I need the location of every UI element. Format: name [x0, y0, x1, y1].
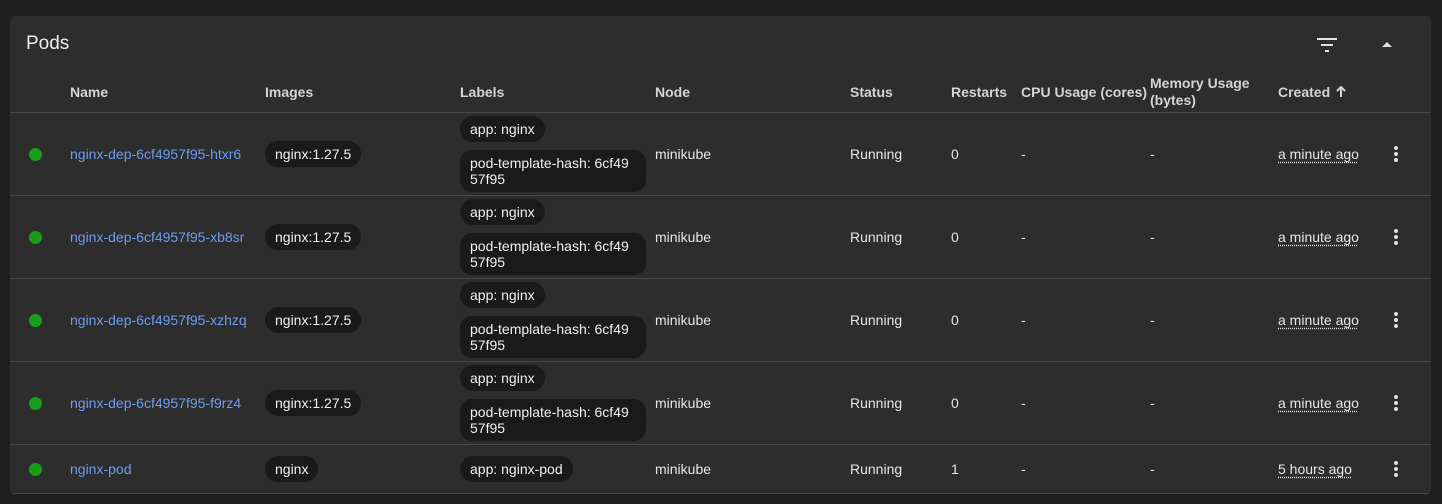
pod-name-link[interactable]: nginx-dep-6cf4957f95-xzhzq — [70, 312, 247, 328]
column-header-labels[interactable]: Labels — [460, 72, 504, 112]
table-header: Name Images Labels Node Status Restarts … — [10, 72, 1431, 113]
labels-cell: app: nginx pod-template-hash: 6cf4957f95 — [460, 196, 646, 278]
restarts-cell: 0 — [951, 229, 959, 245]
table-row[interactable]: nginx-dep-6cf4957f95-htxr6 nginx:1.27.5 … — [10, 113, 1431, 196]
status-indicator-dot — [29, 397, 42, 410]
row-menu-button[interactable] — [1384, 225, 1408, 249]
filter-icon — [1317, 38, 1337, 52]
row-menu-button[interactable] — [1384, 142, 1408, 166]
label-chip-pod-template-hash: pod-template-hash: 6cf4957f95 — [460, 150, 646, 192]
image-chip: nginx — [265, 456, 319, 482]
created-time: a minute ago — [1278, 146, 1359, 162]
created-header-label: Created — [1278, 83, 1331, 100]
image-chip: nginx:1.27.5 — [265, 307, 362, 333]
column-header-created[interactable]: Created — [1278, 72, 1346, 112]
status-cell: Running — [850, 395, 903, 411]
card-header: Pods — [10, 16, 1431, 72]
table-row[interactable]: nginx-pod nginx app: nginx-pod minikube … — [10, 445, 1431, 494]
collapse-button[interactable] — [1371, 30, 1403, 60]
more-vert-icon — [1394, 395, 1398, 411]
more-vert-icon — [1394, 461, 1398, 477]
more-vert-icon — [1394, 229, 1398, 245]
column-header-memory[interactable]: Memory Usage (bytes) — [1150, 72, 1250, 112]
node-cell: minikube — [655, 229, 712, 245]
created-time: a minute ago — [1278, 395, 1359, 411]
column-header-cpu[interactable]: CPU Usage (cores) — [1021, 72, 1147, 112]
labels-cell: app: nginx pod-template-hash: 6cf4957f95 — [460, 362, 646, 444]
labels-cell: app: nginx pod-template-hash: 6cf4957f95 — [460, 279, 646, 361]
label-chip-pod-template-hash: pod-template-hash: 6cf4957f95 — [460, 399, 646, 441]
node-cell: minikube — [655, 312, 712, 328]
node-cell: minikube — [655, 146, 712, 162]
memory-cell: - — [1150, 461, 1155, 477]
created-time: a minute ago — [1278, 312, 1359, 328]
labels-cell: app: nginx pod-template-hash: 6cf4957f95 — [460, 113, 646, 195]
cpu-cell: - — [1021, 461, 1026, 477]
row-menu-button[interactable] — [1384, 391, 1408, 415]
memory-header-line1: Memory Usage — [1150, 75, 1250, 91]
status-indicator-dot — [29, 314, 42, 327]
label-chip-app: app: nginx — [460, 116, 545, 142]
status-cell: Running — [850, 312, 903, 328]
node-cell: minikube — [655, 395, 712, 411]
pod-name-link[interactable]: nginx-pod — [70, 461, 132, 477]
column-header-node[interactable]: Node — [655, 72, 690, 112]
memory-cell: - — [1150, 229, 1155, 245]
status-indicator-dot — [29, 148, 42, 161]
pod-name-link[interactable]: nginx-dep-6cf4957f95-htxr6 — [70, 146, 241, 162]
row-menu-button[interactable] — [1384, 457, 1408, 481]
status-cell: Running — [850, 146, 903, 162]
image-chip: nginx:1.27.5 — [265, 224, 362, 250]
column-header-restarts[interactable]: Restarts — [951, 72, 1007, 112]
more-vert-icon — [1394, 146, 1398, 162]
label-chip-app: app: nginx — [460, 365, 545, 391]
arrow-up-icon — [1336, 86, 1346, 97]
row-menu-button[interactable] — [1384, 308, 1408, 332]
label-chip-app: app: nginx — [460, 282, 545, 308]
table-row[interactable]: nginx-dep-6cf4957f95-f9rz4 nginx:1.27.5 … — [10, 362, 1431, 445]
status-indicator-dot — [29, 463, 42, 476]
pods-card: Pods Name Images Labels Node Status Rest… — [10, 16, 1431, 494]
memory-cell: - — [1150, 146, 1155, 162]
table-row[interactable]: nginx-dep-6cf4957f95-xzhzq nginx:1.27.5 … — [10, 279, 1431, 362]
memory-cell: - — [1150, 395, 1155, 411]
pod-name-link[interactable]: nginx-dep-6cf4957f95-f9rz4 — [70, 395, 241, 411]
label-chip-pod-template-hash: pod-template-hash: 6cf4957f95 — [460, 316, 646, 358]
restarts-cell: 0 — [951, 312, 959, 328]
image-chip: nginx:1.27.5 — [265, 141, 362, 167]
chevron-up-icon — [1382, 42, 1392, 47]
node-cell: minikube — [655, 461, 712, 477]
column-header-name[interactable]: Name — [70, 72, 108, 112]
cpu-cell: - — [1021, 146, 1026, 162]
memory-cell: - — [1150, 312, 1155, 328]
card-title: Pods — [26, 33, 70, 54]
filter-button[interactable] — [1311, 30, 1343, 60]
label-chip-pod-template-hash: pod-template-hash: 6cf4957f95 — [460, 233, 646, 275]
column-header-images[interactable]: Images — [265, 72, 313, 112]
table-row[interactable]: nginx-dep-6cf4957f95-xb8sr nginx:1.27.5 … — [10, 196, 1431, 279]
restarts-cell: 1 — [951, 461, 959, 477]
more-vert-icon — [1394, 312, 1398, 328]
status-indicator-dot — [29, 231, 42, 244]
label-chip-app: app: nginx — [460, 199, 545, 225]
status-cell: Running — [850, 229, 903, 245]
cpu-cell: - — [1021, 312, 1026, 328]
memory-header-line2: (bytes) — [1150, 92, 1196, 108]
restarts-cell: 0 — [951, 146, 959, 162]
cpu-cell: - — [1021, 395, 1026, 411]
restarts-cell: 0 — [951, 395, 959, 411]
pod-name-link[interactable]: nginx-dep-6cf4957f95-xb8sr — [70, 229, 244, 245]
status-cell: Running — [850, 461, 903, 477]
created-time: a minute ago — [1278, 229, 1359, 245]
created-time: 5 hours ago — [1278, 461, 1352, 477]
label-chip-app: app: nginx-pod — [460, 456, 573, 482]
image-chip: nginx:1.27.5 — [265, 390, 362, 416]
cpu-cell: - — [1021, 229, 1026, 245]
labels-cell: app: nginx-pod — [460, 445, 573, 493]
column-header-status[interactable]: Status — [850, 72, 893, 112]
